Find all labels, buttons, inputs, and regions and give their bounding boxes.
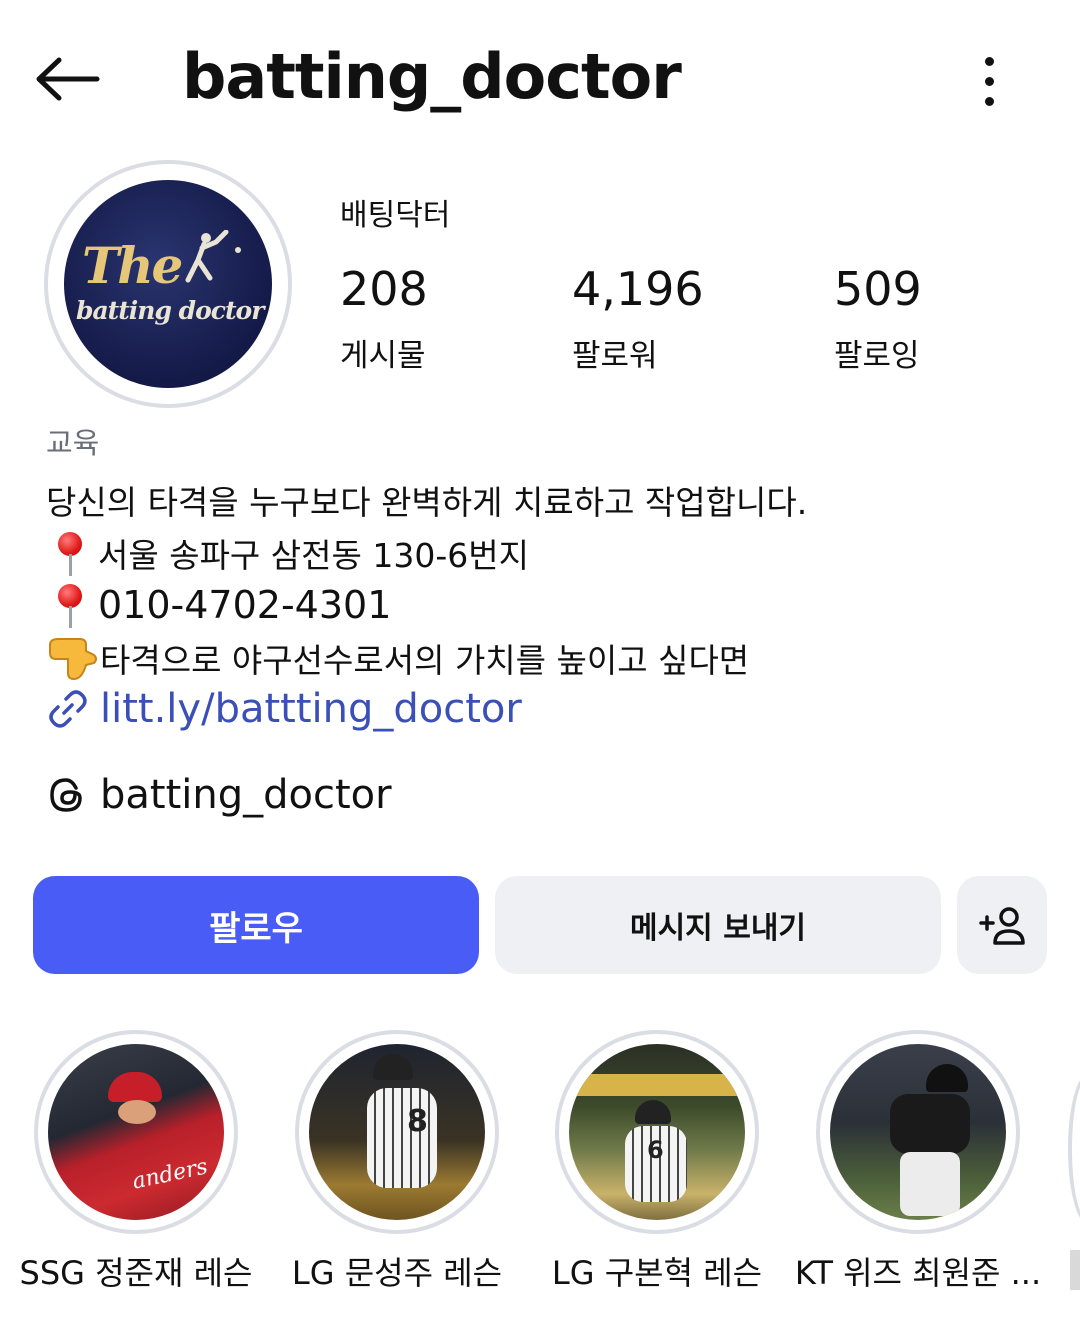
pointing-down-hand-icon [49,638,97,681]
followers-label: 팔로워 [572,338,658,374]
story-highlight[interactable]: anders SSG 정준재 레슨 [20,1030,252,1294]
bio-address-text: 서울 송파구 삼전동 130-6번지 [98,536,529,575]
round-pushpin-icon [46,580,96,630]
highlight-label: KT 위즈 최원준 ... [794,1254,1042,1292]
bio-line-4: 타격으로 야구선수로서의 가치를 높이고 싶다면 [46,634,749,682]
bio-line-4-text: 타격으로 야구선수로서의 가치를 높이고 싶다면 [100,641,750,680]
follow-button[interactable]: 팔로우 [33,876,479,974]
more-options-button[interactable] [962,46,1016,116]
stat-followers[interactable]: 4,196 팔로워 [572,262,704,375]
add-person-icon [979,907,1025,945]
bio-phone-text: 010-4702-4301 [98,583,392,627]
avatar-logo-text: The [82,236,183,295]
stat-posts[interactable]: 208 게시물 [340,262,428,375]
profile-link[interactable]: litt.ly/battting_doctor [46,686,522,732]
link-icon [49,690,87,728]
highlight-label: SSG 정준재 레슨 [19,1254,253,1292]
story-highlight[interactable]: 6 LG 구본혁 레슨 [547,1030,767,1294]
back-button[interactable] [30,48,106,110]
highlight-label: LG 구본혁 레슨 [551,1254,763,1292]
message-button[interactable]: 메시지 보내기 [495,876,941,974]
bio-phone-line: 010-4702-4301 [46,580,391,630]
highlight-label: LG 문성주 레슨 [291,1254,503,1292]
posts-count: 208 [340,262,428,316]
threads-link[interactable]: batting_doctor [46,772,392,818]
highlight-label-partial [1070,1250,1080,1290]
page-title: batting_doctor [182,40,682,113]
profile-category: 교육 [46,426,100,460]
highlight-thumbnail: anders [48,1044,224,1220]
story-highlight[interactable]: 8 LG 문성주 레슨 [287,1030,507,1294]
story-highlight[interactable]: KT 위즈 최원준 ... [795,1030,1041,1294]
bio-line-1: 당신의 타격을 누구보다 완벽하게 치료하고 작업합니다. [46,483,808,522]
following-count: 509 [834,262,922,316]
bio-address-line: 서울 송파구 삼전동 130-6번지 [46,528,529,578]
highlight-thumbnail: 8 [309,1044,485,1220]
highlight-thumbnail [830,1044,1006,1220]
suggested-users-button[interactable] [957,876,1047,974]
posts-label: 게시물 [340,338,426,374]
profile-link-text: litt.ly/battting_doctor [100,686,522,732]
stat-following[interactable]: 509 팔로잉 [834,262,922,375]
profile-avatar[interactable]: The batting doctor [44,160,292,408]
round-pushpin-icon [46,528,96,578]
display-name: 배팅닥터 [340,198,451,233]
arrow-left-icon [36,57,100,101]
threads-icon [50,778,82,812]
story-highlight-partial[interactable] [1068,1074,1080,1224]
highlight-thumbnail: 6 [569,1044,745,1220]
avatar-image: The batting doctor [64,180,272,388]
batter-silhouette-icon [185,230,241,283]
followers-count: 4,196 [572,262,704,316]
more-vertical-icon [984,56,994,66]
threads-handle: batting_doctor [100,772,392,818]
following-label: 팔로잉 [834,338,920,374]
top-bar: batting_doctor [0,0,1080,160]
avatar-logo-subtext: batting doctor [76,296,264,325]
